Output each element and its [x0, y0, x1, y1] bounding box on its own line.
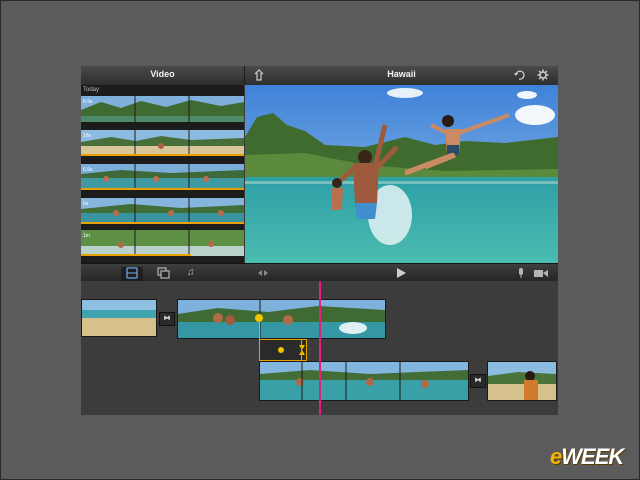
undo-icon[interactable]	[513, 69, 525, 85]
used-range-bar	[81, 254, 191, 256]
media-toolbar: ♫	[81, 263, 558, 283]
transition-icon[interactable]: ⧓	[159, 312, 175, 326]
clip-duration: 6.9s	[83, 167, 93, 173]
music-note-icon[interactable]: ♫	[187, 267, 195, 279]
used-range-bar	[81, 154, 244, 156]
cutaway-guide-line	[259, 319, 260, 361]
clip-duration: 16s	[83, 133, 92, 139]
timeline-clip-portrait[interactable]	[487, 361, 557, 401]
browser-clip[interactable]: 1m	[81, 230, 244, 256]
browser-header: Video	[81, 66, 245, 85]
imovie-app: Video Hawaii Today 6.9s 16s 6.9s 6s 1m ♫…	[81, 66, 558, 415]
viewer-frame-image	[245, 85, 558, 263]
browser-clip[interactable]: 6s	[81, 198, 244, 224]
section-today-label: Today	[83, 87, 100, 93]
eweek-logo: eWEEK	[550, 444, 624, 469]
clip-duration: 6.9s	[83, 99, 93, 105]
transition-icon[interactable]: ⧓	[470, 374, 486, 388]
project-title: Hawaii	[387, 69, 416, 79]
playhead[interactable]	[319, 281, 321, 415]
audio-cutaway-bar[interactable]	[259, 339, 307, 361]
browser-clip[interactable]: 6.9s	[81, 96, 244, 122]
timeline-clip-group-splash[interactable]	[177, 299, 386, 339]
trim-handle[interactable]	[255, 314, 263, 322]
browser-title: Video	[150, 69, 175, 79]
browser-clip[interactable]: 16s	[81, 130, 244, 156]
used-range-bar	[81, 222, 244, 224]
gear-icon[interactable]	[537, 69, 549, 85]
project-header: Hawaii	[245, 66, 558, 85]
browser-clip[interactable]: 6.9s	[81, 164, 244, 190]
clip-duration: 1m	[83, 233, 90, 239]
video-browser[interactable]: Today 6.9s 16s 6.9s 6s 1m	[81, 85, 244, 263]
project-timeline[interactable]: ⧓ ⧓	[81, 281, 558, 415]
timeline-clip-cutaway[interactable]	[259, 361, 469, 401]
timeline-clip-beach[interactable]	[81, 299, 157, 337]
video-viewer[interactable]	[245, 85, 558, 263]
used-range-bar	[81, 188, 244, 190]
clip-duration: 6s	[83, 201, 89, 207]
